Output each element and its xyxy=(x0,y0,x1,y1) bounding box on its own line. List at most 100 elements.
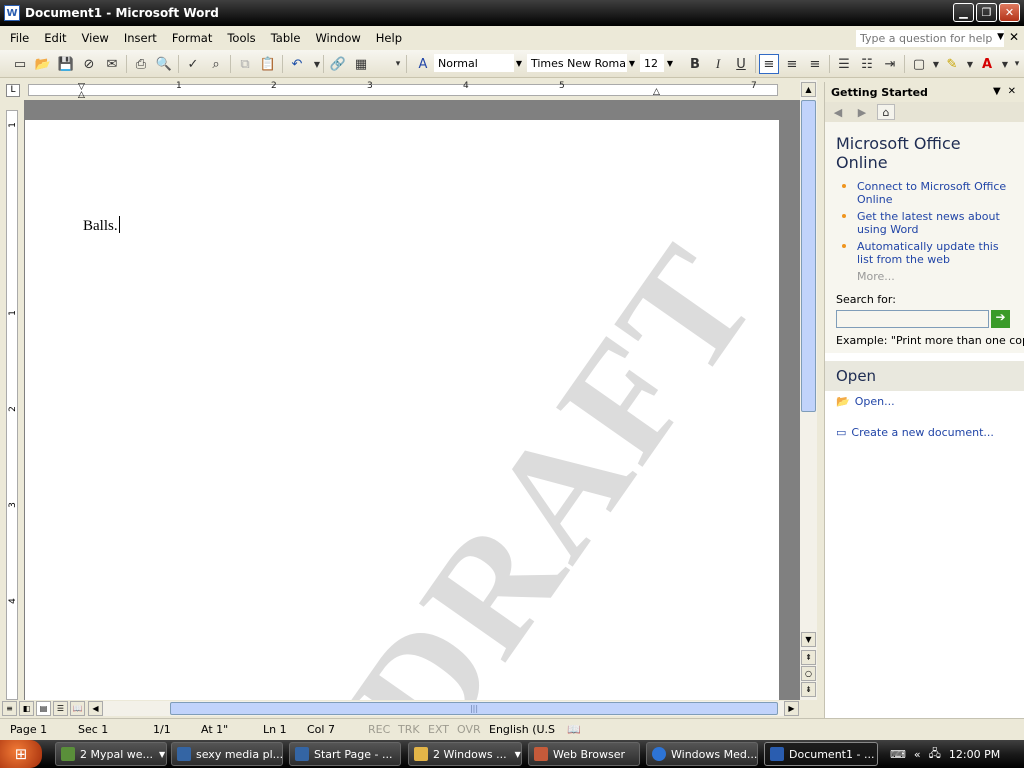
status-at[interactable]: At 1" xyxy=(201,723,228,736)
email-icon[interactable]: ✉ xyxy=(102,54,122,74)
status-line[interactable]: Ln 1 xyxy=(263,723,287,736)
status-column[interactable]: Col 7 xyxy=(307,723,335,736)
close-button[interactable]: ✕ xyxy=(999,3,1020,22)
font-color-icon[interactable]: A xyxy=(977,54,997,74)
bullets-icon[interactable]: ☷ xyxy=(857,54,877,74)
menu-edit[interactable]: Edit xyxy=(44,31,66,45)
new-document-icon[interactable]: ▭ xyxy=(10,54,30,74)
web-layout-view-icon[interactable]: ◧ xyxy=(19,701,34,716)
status-language[interactable]: English (U.S xyxy=(489,723,555,736)
status-trk[interactable]: TRK xyxy=(398,723,420,736)
hanging-indent-marker[interactable]: △ xyxy=(78,90,85,100)
help-question-input[interactable] xyxy=(856,30,1004,47)
numbering-icon[interactable]: ☰ xyxy=(834,54,854,74)
network-icon[interactable]: 🖧 xyxy=(929,745,941,764)
status-ext[interactable]: EXT xyxy=(428,723,449,736)
taskbar-item[interactable]: Start Page - ... xyxy=(289,742,401,766)
home-icon[interactable]: ⌂ xyxy=(877,104,895,120)
latest-news-link[interactable]: Get the latest news about using Word xyxy=(836,210,1013,236)
tab-selector[interactable]: L xyxy=(6,84,20,97)
start-button[interactable]: ⊞ xyxy=(0,740,42,768)
clock[interactable]: 12:00 PM xyxy=(949,748,1000,761)
open-link-row[interactable]: 📂 Open... xyxy=(825,391,1024,412)
scroll-up-button[interactable]: ▲ xyxy=(801,82,816,97)
reading-layout-view-icon[interactable]: 📖 xyxy=(70,701,85,716)
previous-page-button[interactable]: ⇞ xyxy=(801,650,816,665)
word-app-icon[interactable]: W xyxy=(4,5,20,21)
forward-icon[interactable]: ▶ xyxy=(853,104,871,120)
menu-window[interactable]: Window xyxy=(315,31,360,45)
research-icon[interactable]: ⌕ xyxy=(206,54,226,74)
spelling-status-icon[interactable]: 📖 xyxy=(567,723,581,736)
menu-table[interactable]: Table xyxy=(271,31,301,45)
task-pane-dropdown-icon[interactable]: ▼ xyxy=(993,86,1001,97)
select-browse-object-button[interactable]: ○ xyxy=(801,666,816,681)
open-link[interactable]: Open... xyxy=(855,395,895,408)
print-icon[interactable]: ⎙ xyxy=(131,54,151,74)
undo-dropdown-icon[interactable]: ▼ xyxy=(307,54,327,74)
status-rec[interactable]: REC xyxy=(368,723,390,736)
vertical-ruler[interactable]: 1 1 2 3 4 xyxy=(0,100,24,700)
auto-update-link[interactable]: Automatically update this list from the … xyxy=(836,240,1013,266)
toolbar-options-icon[interactable]: ▾ xyxy=(1011,54,1023,74)
taskbar-item[interactable]: 2 Mypal we... ▼ xyxy=(55,742,167,766)
style-combo[interactable]: Normal xyxy=(434,54,514,72)
align-center-icon[interactable]: ≡ xyxy=(782,54,802,74)
status-page-count[interactable]: 1/1 xyxy=(153,723,171,736)
save-icon[interactable]: 💾 xyxy=(56,54,76,74)
task-pane-title[interactable]: Getting Started xyxy=(831,86,928,99)
scroll-right-button[interactable]: ▶ xyxy=(784,701,799,716)
insert-table-icon[interactable]: ▦ xyxy=(351,54,371,74)
font-combo[interactable]: Times New Roman xyxy=(527,54,627,72)
style-dropdown-icon[interactable]: ▼ xyxy=(513,54,525,72)
taskbar-item-active[interactable]: Document1 - ... xyxy=(764,742,878,766)
right-indent-marker[interactable]: △ xyxy=(653,87,660,97)
open-folder-icon[interactable]: 📂 xyxy=(33,54,53,74)
search-go-button[interactable]: ➔ xyxy=(991,310,1010,328)
help-dropdown-icon[interactable]: ▼ xyxy=(997,32,1004,42)
restore-button[interactable]: ❐ xyxy=(976,3,997,22)
increase-indent-icon[interactable]: ⇥ xyxy=(880,54,900,74)
hyperlink-icon[interactable]: 🔗 xyxy=(328,54,348,74)
vertical-scroll-thumb[interactable] xyxy=(801,100,816,412)
document-page[interactable]: DRAFT Balls. xyxy=(25,120,791,700)
more-link[interactable]: More... xyxy=(836,270,1013,283)
menu-insert[interactable]: Insert xyxy=(124,31,157,45)
spelling-icon[interactable]: ✓ xyxy=(183,54,203,74)
font-dropdown-icon[interactable]: ▼ xyxy=(626,54,638,72)
normal-view-icon[interactable]: ≡ xyxy=(2,701,17,716)
horizontal-scroll-thumb[interactable]: ||| xyxy=(170,702,778,715)
paste-icon[interactable]: 📋 xyxy=(258,54,278,74)
copy-icon[interactable]: ⧉ xyxy=(235,54,255,74)
outline-view-icon[interactable]: ☰ xyxy=(53,701,68,716)
minimize-button[interactable]: ▁ xyxy=(953,3,974,22)
connect-link[interactable]: Connect to Microsoft Office Online xyxy=(836,180,1013,206)
align-right-icon[interactable]: ≡ xyxy=(805,54,825,74)
back-icon[interactable]: ◀ xyxy=(829,104,847,120)
vertical-scrollbar[interactable]: ▲ ▼ ⇞ ○ ⇟ xyxy=(800,80,817,700)
menu-format[interactable]: Format xyxy=(172,31,213,45)
font-size-dropdown-icon[interactable]: ▼ xyxy=(664,54,676,72)
styles-formatting-icon[interactable]: A xyxy=(413,54,433,74)
scroll-down-button[interactable]: ▼ xyxy=(801,632,816,647)
menu-help[interactable]: Help xyxy=(376,31,402,45)
scroll-left-button[interactable]: ◀ xyxy=(88,701,103,716)
menu-view[interactable]: View xyxy=(82,31,109,45)
permission-icon[interactable]: ⊘ xyxy=(79,54,99,74)
show-hidden-icons[interactable]: « xyxy=(914,748,921,761)
highlight-icon[interactable]: ✎ xyxy=(942,54,962,74)
taskbar-item[interactable]: Windows Med... xyxy=(646,742,758,766)
document-text[interactable]: Balls. xyxy=(83,216,120,235)
taskbar-item[interactable]: 2 Windows ... ▼ xyxy=(408,742,522,766)
italic-button[interactable]: I xyxy=(708,54,728,74)
keyboard-icon[interactable]: ⌨ xyxy=(890,748,906,761)
next-page-button[interactable]: ⇟ xyxy=(801,682,816,697)
status-ovr[interactable]: OVR xyxy=(457,723,481,736)
align-left-icon[interactable]: ≡ xyxy=(759,54,779,74)
undo-icon[interactable]: ↶ xyxy=(287,54,307,74)
menu-file[interactable]: File xyxy=(10,31,29,45)
status-section[interactable]: Sec 1 xyxy=(78,723,108,736)
new-document-link[interactable]: Create a new document... xyxy=(851,426,994,439)
taskbar-item[interactable]: sexy media pl... xyxy=(171,742,283,766)
horizontal-ruler[interactable]: L ▽ △ △ 1 2 3 4 5 7 xyxy=(0,80,820,100)
